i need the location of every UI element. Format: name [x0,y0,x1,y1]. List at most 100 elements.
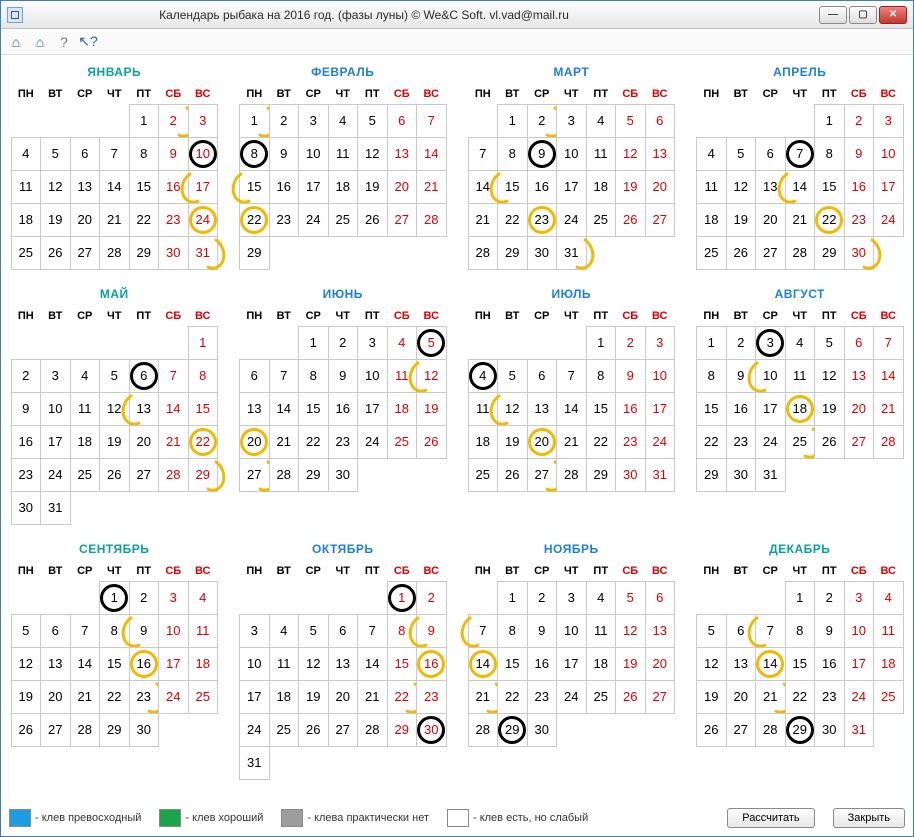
day-cell[interactable]: 27 [328,713,359,747]
day-cell[interactable]: 14 [556,392,587,426]
day-cell[interactable]: 23 [11,458,42,492]
day-cell[interactable]: 8 [239,137,270,171]
day-cell[interactable]: 18 [269,680,300,714]
day-cell[interactable]: 23 [814,680,845,714]
day-cell[interactable]: 20 [527,425,558,459]
day-cell[interactable]: 21 [468,203,499,237]
day-cell[interactable]: 25 [468,458,499,492]
day-cell[interactable]: 5 [726,137,757,171]
day-cell[interactable]: 18 [873,647,904,681]
day-cell[interactable]: 4 [586,104,617,138]
day-cell[interactable]: 19 [11,680,42,714]
day-cell[interactable]: 2 [328,326,359,360]
day-cell[interactable]: 31 [40,491,71,525]
day-cell[interactable]: 12 [726,170,757,204]
day-cell[interactable]: 23 [844,203,875,237]
day-cell[interactable]: 20 [844,392,875,426]
day-cell[interactable]: 6 [70,137,101,171]
day-cell[interactable]: 21 [357,680,388,714]
day-cell[interactable]: 14 [269,392,300,426]
day-cell[interactable]: 21 [416,170,447,204]
day-cell[interactable]: 26 [298,713,329,747]
day-cell[interactable]: 20 [70,203,101,237]
day-cell[interactable]: 6 [527,359,558,393]
day-cell[interactable]: 11 [785,359,816,393]
day-cell[interactable]: 3 [158,581,189,615]
day-cell[interactable]: 26 [615,203,646,237]
day-cell[interactable]: 28 [416,203,447,237]
day-cell[interactable]: 19 [814,392,845,426]
day-cell[interactable]: 10 [556,137,587,171]
day-cell[interactable]: 31 [844,713,875,747]
day-cell[interactable]: 21 [70,680,101,714]
day-cell[interactable]: 11 [328,137,359,171]
day-cell[interactable]: 9 [416,614,447,648]
day-cell[interactable]: 25 [387,425,418,459]
day-cell[interactable]: 6 [645,581,676,615]
day-cell[interactable]: 20 [328,680,359,714]
day-cell[interactable]: 30 [527,236,558,270]
day-cell[interactable]: 29 [586,458,617,492]
day-cell[interactable]: 16 [129,647,160,681]
day-cell[interactable]: 15 [586,392,617,426]
day-cell[interactable]: 5 [497,359,528,393]
day-cell[interactable]: 7 [468,137,499,171]
day-cell[interactable]: 21 [785,203,816,237]
day-cell[interactable]: 20 [645,170,676,204]
day-cell[interactable]: 10 [158,614,189,648]
day-cell[interactable]: 16 [615,392,646,426]
day-cell[interactable]: 17 [556,647,587,681]
day-cell[interactable]: 17 [844,647,875,681]
day-cell[interactable]: 17 [158,647,189,681]
day-cell[interactable]: 9 [328,359,359,393]
day-cell[interactable]: 3 [873,104,904,138]
day-cell[interactable]: 25 [328,203,359,237]
day-cell[interactable]: 17 [755,392,786,426]
day-cell[interactable]: 14 [468,647,499,681]
day-cell[interactable]: 24 [188,203,219,237]
day-cell[interactable]: 7 [468,614,499,648]
day-cell[interactable]: 5 [615,581,646,615]
day-cell[interactable]: 11 [11,170,42,204]
day-cell[interactable]: 19 [416,392,447,426]
day-cell[interactable]: 14 [70,647,101,681]
day-cell[interactable]: 10 [844,614,875,648]
day-cell[interactable]: 1 [814,104,845,138]
day-cell[interactable]: 25 [586,203,617,237]
day-cell[interactable]: 22 [387,680,418,714]
day-cell[interactable]: 22 [696,425,727,459]
day-cell[interactable]: 12 [615,614,646,648]
day-cell[interactable]: 12 [298,647,329,681]
day-cell[interactable]: 27 [239,458,270,492]
day-cell[interactable]: 14 [873,359,904,393]
day-cell[interactable]: 25 [696,236,727,270]
day-cell[interactable]: 29 [188,458,219,492]
day-cell[interactable]: 16 [844,170,875,204]
day-cell[interactable]: 4 [328,104,359,138]
day-cell[interactable]: 1 [99,581,130,615]
day-cell[interactable]: 5 [615,104,646,138]
day-cell[interactable]: 15 [239,170,270,204]
day-cell[interactable]: 5 [814,326,845,360]
day-cell[interactable]: 29 [497,713,528,747]
close-button[interactable]: ✕ [879,6,907,24]
day-cell[interactable]: 3 [298,104,329,138]
day-cell[interactable]: 19 [298,680,329,714]
day-cell[interactable]: 5 [298,614,329,648]
day-cell[interactable]: 21 [269,425,300,459]
day-cell[interactable]: 12 [11,647,42,681]
day-cell[interactable]: 7 [70,614,101,648]
day-cell[interactable]: 2 [844,104,875,138]
day-cell[interactable]: 18 [70,425,101,459]
day-cell[interactable]: 30 [844,236,875,270]
minimize-button[interactable]: — [819,6,847,24]
day-cell[interactable]: 2 [527,581,558,615]
day-cell[interactable]: 1 [497,581,528,615]
day-cell[interactable]: 6 [645,104,676,138]
calculate-button[interactable]: Рассчитать [727,808,814,828]
day-cell[interactable]: 30 [158,236,189,270]
day-cell[interactable]: 20 [645,647,676,681]
day-cell[interactable]: 27 [755,236,786,270]
day-cell[interactable]: 14 [755,647,786,681]
day-cell[interactable]: 30 [416,713,447,747]
